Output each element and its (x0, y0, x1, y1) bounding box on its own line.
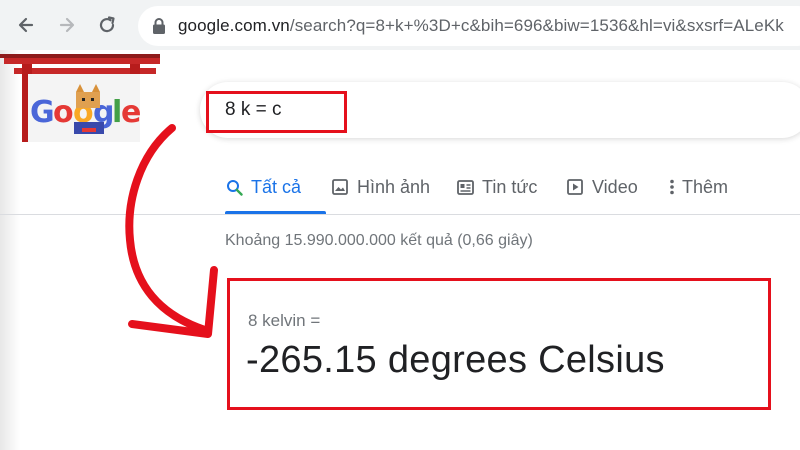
tab-images-label: Hình ảnh (357, 176, 431, 197)
tab-news-label: Tin tức (482, 176, 538, 197)
conversion-from: 8 kelvin = (248, 311, 321, 330)
tab-images[interactable]: Hình ảnh (331, 175, 430, 199)
search-query-text[interactable]: 8 k = c (225, 99, 282, 121)
conversion-result: -265.15 degrees Celsius (246, 339, 665, 381)
google-doodle-logo[interactable]: G o o g l e (0, 52, 160, 142)
result-stats: Khoảng 15.990.000.000 kết quả (0,66 giây… (225, 232, 533, 249)
more-vert-icon (668, 178, 676, 196)
tab-all-label: Tất cả (251, 176, 302, 197)
tab-videos-label: Video (592, 176, 638, 197)
url-text: google.com.vn/search?q=8+k+%3D+c&bih=696… (178, 16, 784, 36)
url-path: /search?q=8+k+%3D+c&bih=696&biw=1536&hl=… (289, 16, 784, 35)
image-icon (331, 178, 349, 196)
url-host: google.com.vn (178, 16, 290, 35)
arrow-left-icon (18, 17, 34, 33)
browser-toolbar: google.com.vn/search?q=8+k+%3D+c&bih=696… (0, 0, 800, 50)
tab-more[interactable]: Thêm (668, 175, 728, 199)
tab-videos[interactable]: Video (566, 175, 638, 199)
reload-icon (99, 16, 115, 33)
svg-text:G: G (30, 95, 55, 130)
lock-icon (153, 18, 165, 34)
news-icon (456, 178, 474, 196)
tab-more-label: Thêm (682, 176, 729, 197)
forward-button[interactable] (55, 13, 79, 37)
arrow-right-icon (59, 17, 75, 33)
video-icon (566, 178, 584, 196)
search-icon (225, 178, 243, 196)
tab-news[interactable]: Tin tức (456, 175, 537, 199)
reload-button[interactable] (95, 13, 119, 37)
svg-text:o: o (53, 95, 74, 130)
tab-all[interactable]: Tất cả (225, 175, 301, 199)
unit-conversion-card: 8 kelvin = -265.15 degrees Celsius (227, 278, 771, 410)
back-button[interactable] (14, 13, 38, 37)
address-bar[interactable]: google.com.vn/search?q=8+k+%3D+c&bih=696… (138, 6, 800, 46)
svg-text:e: e (121, 95, 141, 130)
tabs-divider (0, 214, 800, 215)
